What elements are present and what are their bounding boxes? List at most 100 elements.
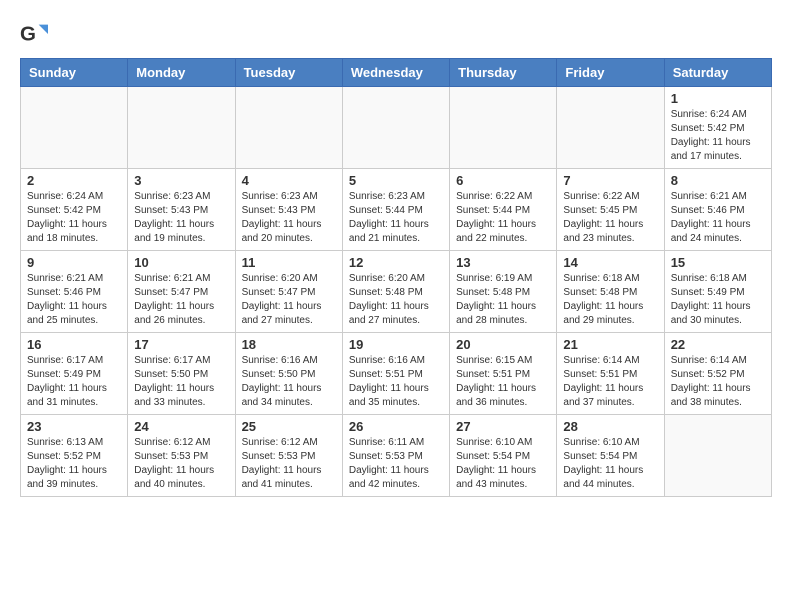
day-number: 17	[134, 337, 228, 352]
day-info: Sunrise: 6:24 AM Sunset: 5:42 PM Dayligh…	[671, 108, 765, 164]
day-info: Sunrise: 6:20 AM Sunset: 5:48 PM Dayligh…	[349, 272, 443, 328]
day-info: Sunrise: 6:12 AM Sunset: 5:53 PM Dayligh…	[242, 436, 336, 492]
day-number: 16	[27, 337, 121, 352]
day-number: 3	[134, 173, 228, 188]
day-info: Sunrise: 6:23 AM Sunset: 5:43 PM Dayligh…	[242, 190, 336, 246]
day-info: Sunrise: 6:23 AM Sunset: 5:44 PM Dayligh…	[349, 190, 443, 246]
calendar-day-cell: 8 Sunrise: 6:21 AM Sunset: 5:46 PM Daylig…	[664, 169, 771, 251]
day-number: 4	[242, 173, 336, 188]
day-info: Sunrise: 6:22 AM Sunset: 5:44 PM Dayligh…	[456, 190, 550, 246]
day-info: Sunrise: 6:12 AM Sunset: 5:53 PM Dayligh…	[134, 436, 228, 492]
day-info: Sunrise: 6:22 AM Sunset: 5:45 PM Dayligh…	[563, 190, 657, 246]
day-info: Sunrise: 6:19 AM Sunset: 5:48 PM Dayligh…	[456, 272, 550, 328]
logo: G	[20, 20, 50, 48]
page-header: G	[20, 20, 772, 48]
day-info: Sunrise: 6:15 AM Sunset: 5:51 PM Dayligh…	[456, 354, 550, 410]
calendar-day-cell: 11 Sunrise: 6:20 AM Sunset: 5:47 PM Dayli…	[235, 251, 342, 333]
calendar-day-cell	[235, 87, 342, 169]
day-info: Sunrise: 6:21 AM Sunset: 5:46 PM Dayligh…	[27, 272, 121, 328]
logo-icon: G	[20, 20, 48, 48]
calendar-week-row: 9 Sunrise: 6:21 AM Sunset: 5:46 PM Daylig…	[21, 251, 772, 333]
day-info: Sunrise: 6:17 AM Sunset: 5:50 PM Dayligh…	[134, 354, 228, 410]
calendar-day-cell: 24 Sunrise: 6:12 AM Sunset: 5:53 PM Dayli…	[128, 415, 235, 497]
day-number: 10	[134, 255, 228, 270]
day-info: Sunrise: 6:23 AM Sunset: 5:43 PM Dayligh…	[134, 190, 228, 246]
calendar-day-cell: 21 Sunrise: 6:14 AM Sunset: 5:51 PM Dayli…	[557, 333, 664, 415]
calendar-header-cell: Sunday	[21, 59, 128, 87]
day-number: 18	[242, 337, 336, 352]
calendar-day-cell: 4 Sunrise: 6:23 AM Sunset: 5:43 PM Daylig…	[235, 169, 342, 251]
day-number: 6	[456, 173, 550, 188]
day-number: 5	[349, 173, 443, 188]
calendar-day-cell: 1Sunrise: 6:24 AM Sunset: 5:42 PM Daylig…	[664, 87, 771, 169]
calendar-day-cell: 25 Sunrise: 6:12 AM Sunset: 5:53 PM Dayli…	[235, 415, 342, 497]
calendar-day-cell	[128, 87, 235, 169]
calendar-day-cell: 14 Sunrise: 6:18 AM Sunset: 5:48 PM Dayli…	[557, 251, 664, 333]
day-info: Sunrise: 6:18 AM Sunset: 5:48 PM Dayligh…	[563, 272, 657, 328]
day-number: 8	[671, 173, 765, 188]
calendar-header-cell: Thursday	[450, 59, 557, 87]
day-info: Sunrise: 6:14 AM Sunset: 5:52 PM Dayligh…	[671, 354, 765, 410]
day-number: 12	[349, 255, 443, 270]
calendar-day-cell: 7 Sunrise: 6:22 AM Sunset: 5:45 PM Daylig…	[557, 169, 664, 251]
day-info: Sunrise: 6:10 AM Sunset: 5:54 PM Dayligh…	[456, 436, 550, 492]
day-number: 25	[242, 419, 336, 434]
day-info: Sunrise: 6:14 AM Sunset: 5:51 PM Dayligh…	[563, 354, 657, 410]
calendar-day-cell: 27 Sunrise: 6:10 AM Sunset: 5:54 PM Dayli…	[450, 415, 557, 497]
day-number: 23	[27, 419, 121, 434]
day-number: 15	[671, 255, 765, 270]
day-number: 11	[242, 255, 336, 270]
calendar-day-cell: 10Sunrise: 6:21 AM Sunset: 5:47 PM Dayli…	[128, 251, 235, 333]
calendar-day-cell: 13 Sunrise: 6:19 AM Sunset: 5:48 PM Dayli…	[450, 251, 557, 333]
calendar-day-cell	[450, 87, 557, 169]
calendar-header-cell: Monday	[128, 59, 235, 87]
calendar-day-cell: 17 Sunrise: 6:17 AM Sunset: 5:50 PM Dayli…	[128, 333, 235, 415]
calendar-day-cell	[664, 415, 771, 497]
calendar-day-cell: 19Sunrise: 6:16 AM Sunset: 5:51 PM Dayli…	[342, 333, 449, 415]
calendar-day-cell: 12 Sunrise: 6:20 AM Sunset: 5:48 PM Dayli…	[342, 251, 449, 333]
day-info: Sunrise: 6:24 AM Sunset: 5:42 PM Dayligh…	[27, 190, 121, 246]
calendar-day-cell	[21, 87, 128, 169]
day-info: Sunrise: 6:18 AM Sunset: 5:49 PM Dayligh…	[671, 272, 765, 328]
svg-text:G: G	[20, 23, 36, 46]
day-number: 13	[456, 255, 550, 270]
day-info: Sunrise: 6:21 AM Sunset: 5:46 PM Dayligh…	[671, 190, 765, 246]
day-number: 24	[134, 419, 228, 434]
calendar-day-cell: 5 Sunrise: 6:23 AM Sunset: 5:44 PM Daylig…	[342, 169, 449, 251]
day-info: Sunrise: 6:17 AM Sunset: 5:49 PM Dayligh…	[27, 354, 121, 410]
day-number: 27	[456, 419, 550, 434]
calendar-header-cell: Saturday	[664, 59, 771, 87]
calendar-week-row: 23 Sunrise: 6:13 AM Sunset: 5:52 PM Dayli…	[21, 415, 772, 497]
day-number: 22	[671, 337, 765, 352]
day-number: 9	[27, 255, 121, 270]
calendar-header-row: SundayMondayTuesdayWednesdayThursdayFrid…	[21, 59, 772, 87]
day-number: 21	[563, 337, 657, 352]
calendar-week-row: 2Sunrise: 6:24 AM Sunset: 5:42 PM Daylig…	[21, 169, 772, 251]
day-info: Sunrise: 6:20 AM Sunset: 5:47 PM Dayligh…	[242, 272, 336, 328]
day-number: 19	[349, 337, 443, 352]
calendar-table: SundayMondayTuesdayWednesdayThursdayFrid…	[20, 58, 772, 497]
day-info: Sunrise: 6:16 AM Sunset: 5:50 PM Dayligh…	[242, 354, 336, 410]
day-number: 20	[456, 337, 550, 352]
day-info: Sunrise: 6:10 AM Sunset: 5:54 PM Dayligh…	[563, 436, 657, 492]
calendar-header-cell: Friday	[557, 59, 664, 87]
calendar-day-cell: 22 Sunrise: 6:14 AM Sunset: 5:52 PM Dayli…	[664, 333, 771, 415]
day-number: 7	[563, 173, 657, 188]
calendar-day-cell: 20 Sunrise: 6:15 AM Sunset: 5:51 PM Dayli…	[450, 333, 557, 415]
calendar-day-cell: 6 Sunrise: 6:22 AM Sunset: 5:44 PM Daylig…	[450, 169, 557, 251]
calendar-day-cell	[557, 87, 664, 169]
calendar-day-cell: 16 Sunrise: 6:17 AM Sunset: 5:49 PM Dayli…	[21, 333, 128, 415]
calendar-day-cell: 15 Sunrise: 6:18 AM Sunset: 5:49 PM Dayli…	[664, 251, 771, 333]
calendar-day-cell: 26Sunrise: 6:11 AM Sunset: 5:53 PM Dayli…	[342, 415, 449, 497]
calendar-header-cell: Tuesday	[235, 59, 342, 87]
calendar-day-cell: 18 Sunrise: 6:16 AM Sunset: 5:50 PM Dayli…	[235, 333, 342, 415]
day-info: Sunrise: 6:11 AM Sunset: 5:53 PM Dayligh…	[349, 436, 443, 492]
day-number: 14	[563, 255, 657, 270]
day-info: Sunrise: 6:13 AM Sunset: 5:52 PM Dayligh…	[27, 436, 121, 492]
calendar-week-row: 16 Sunrise: 6:17 AM Sunset: 5:49 PM Dayli…	[21, 333, 772, 415]
calendar-header-cell: Wednesday	[342, 59, 449, 87]
calendar-day-cell: 2Sunrise: 6:24 AM Sunset: 5:42 PM Daylig…	[21, 169, 128, 251]
calendar-day-cell: 3 Sunrise: 6:23 AM Sunset: 5:43 PM Daylig…	[128, 169, 235, 251]
calendar-day-cell: 23 Sunrise: 6:13 AM Sunset: 5:52 PM Dayli…	[21, 415, 128, 497]
calendar-day-cell: 9 Sunrise: 6:21 AM Sunset: 5:46 PM Daylig…	[21, 251, 128, 333]
